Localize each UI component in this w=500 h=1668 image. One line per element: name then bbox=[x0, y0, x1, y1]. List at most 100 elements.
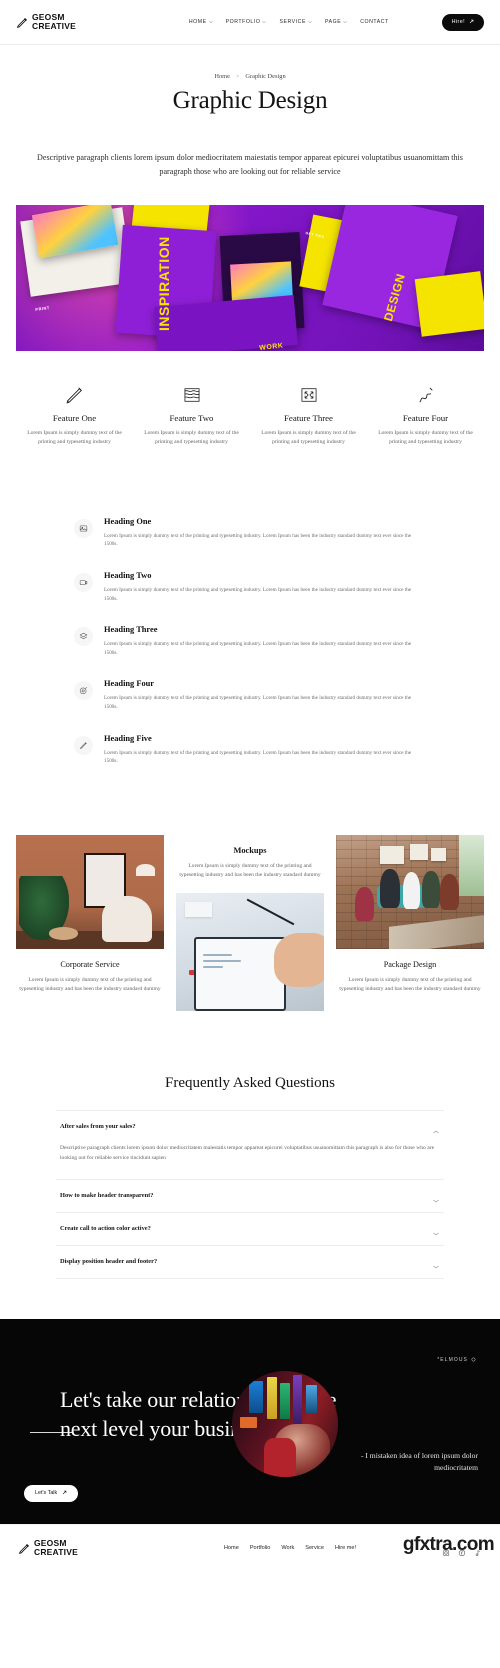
image-icon bbox=[74, 518, 93, 538]
chevron-up-icon[interactable] bbox=[432, 1123, 440, 1133]
heading-text: Lorem Ipsum is simply dummy text of the … bbox=[104, 641, 412, 656]
footer-nav-hire-me[interactable]: Hire me! bbox=[335, 1545, 356, 1551]
main-nav: HOME PORTFOLIO SERVICE PAGE CONTACT bbox=[136, 19, 442, 25]
footer-nav-service[interactable]: Service bbox=[305, 1545, 324, 1551]
mockups-image bbox=[176, 892, 324, 1011]
pen-icon bbox=[74, 735, 93, 755]
service-caption: Package Design bbox=[383, 959, 437, 969]
brand-line-2: CREATIVE bbox=[32, 21, 76, 31]
feature-text: Lorem Ipsum is simply dummy text of the … bbox=[144, 430, 239, 446]
feature-title: Feature Four bbox=[402, 413, 449, 423]
list-item: Heading Three Lorem Ipsum is simply dumm… bbox=[74, 616, 426, 670]
feature-title: Feature One bbox=[52, 413, 97, 423]
faq-question-text: After sales from your sales? bbox=[60, 1123, 136, 1131]
camera-icon bbox=[74, 573, 93, 592]
brand-logo[interactable]: GEOSM CREATIVE bbox=[16, 13, 136, 31]
hero-label-work: WORK bbox=[259, 342, 285, 351]
footer-nav-portfolio[interactable]: Portfolio bbox=[250, 1545, 271, 1551]
resize-icon bbox=[256, 381, 361, 409]
page-root: GEOSM CREATIVE HOME PORTFOLIO SERVICE PA… bbox=[0, 0, 500, 1572]
chevron-down-icon[interactable] bbox=[432, 1258, 440, 1268]
hire-button[interactable]: Hire! bbox=[441, 13, 484, 31]
footer-nav-home[interactable]: Home bbox=[224, 1545, 239, 1551]
service-text: Lorem Ipsum is simply dummy text of the … bbox=[19, 976, 161, 993]
watermark-text: gfxtra bbox=[402, 1533, 453, 1555]
headings-list: Heading One Lorem Ipsum is simply dummy … bbox=[74, 508, 426, 779]
chevron-down-icon[interactable] bbox=[432, 1225, 440, 1235]
package-design-image bbox=[336, 834, 484, 949]
layers-wave-icon bbox=[139, 381, 244, 409]
nav-item-home[interactable]: HOME bbox=[189, 19, 213, 25]
faq-question-toggle[interactable]: Create call to action color active? bbox=[56, 1213, 444, 1245]
features-section: Feature One Lorem Ipsum is simply dummy … bbox=[16, 381, 484, 448]
heading-title: Heading Five bbox=[104, 733, 152, 743]
faq-question-toggle[interactable]: How to make header transparent? bbox=[56, 1180, 444, 1212]
chevron-down-icon bbox=[208, 20, 213, 24]
page-lead-paragraph: Descriptive paragraph clients lorem ipsu… bbox=[37, 153, 463, 176]
arrow-up-right-icon bbox=[469, 19, 474, 26]
service-caption: Mockups bbox=[233, 845, 267, 855]
heading-text: Lorem Ipsum is simply dummy text of the … bbox=[104, 749, 412, 765]
list-item: Heading Two Lorem Ipsum is simply dummy … bbox=[74, 562, 426, 616]
breadcrumb-home[interactable]: Home bbox=[214, 73, 230, 80]
chevron-down-icon bbox=[343, 20, 347, 24]
footer-nav: Home Portfolio Work Service Hire me! bbox=[152, 1545, 428, 1551]
faq-question-text: Create call to action color active? bbox=[60, 1225, 151, 1233]
service-text: Lorem Ipsum is simply dummy text of the … bbox=[179, 862, 321, 879]
service-card-corporate[interactable]: Corporate Service Lorem Ipsum is simply … bbox=[16, 834, 164, 995]
cta-section: *ELMOUS Let's take our relationship to t… bbox=[0, 1318, 500, 1524]
watermark: gfxtra.com bbox=[402, 1533, 495, 1556]
service-caption: Corporate Service bbox=[60, 959, 120, 969]
breadcrumb-current: Graphic Design bbox=[245, 73, 286, 80]
feature-card-four: Feature Four Lorem Ipsum is simply dummy… bbox=[367, 381, 484, 448]
list-item: Heading One Lorem Ipsum is simply dummy … bbox=[74, 508, 426, 562]
site-header: GEOSM CREATIVE HOME PORTFOLIO SERVICE PA… bbox=[0, 0, 500, 45]
heading-text: Lorem Ipsum is simply dummy text of the … bbox=[104, 695, 412, 710]
pencil-icon bbox=[22, 381, 127, 409]
watermark-suffix: .com bbox=[452, 1533, 495, 1555]
feature-text: Lorem Ipsum is simply dummy text of the … bbox=[378, 430, 473, 446]
service-text: Lorem Ipsum is simply dummy text of the … bbox=[339, 976, 481, 993]
feature-text: Lorem Ipsum is simply dummy text of the … bbox=[261, 430, 356, 446]
list-item: Heading Five Lorem Ipsum is simply dummy… bbox=[74, 725, 426, 779]
faq-accordion: After sales from your sales? Descriptive… bbox=[56, 1109, 444, 1279]
heading-text: Lorem Ipsum is simply dummy text of the … bbox=[104, 587, 412, 602]
faq-item-0: After sales from your sales? Descriptive… bbox=[56, 1111, 444, 1180]
nav-item-portfolio[interactable]: PORTFOLIO bbox=[226, 19, 267, 25]
heading-title: Heading Three bbox=[104, 625, 158, 635]
asterisk-icon bbox=[471, 1357, 476, 1364]
faq-question-toggle[interactable]: Display position header and footer? bbox=[56, 1246, 444, 1278]
heading-title: Heading Two bbox=[104, 571, 152, 580]
pencil-icon bbox=[18, 1542, 31, 1555]
nav-item-service[interactable]: SERVICE bbox=[279, 19, 312, 25]
faq-item-3: Display position header and footer? bbox=[56, 1246, 444, 1279]
lets-talk-label: Let's Talk bbox=[35, 1490, 58, 1497]
nav-item-page[interactable]: PAGE bbox=[325, 19, 347, 25]
hero-label-inspiration: INSPIRATION bbox=[156, 235, 173, 331]
lets-talk-button[interactable]: Let's Talk bbox=[24, 1484, 79, 1502]
faq-question-toggle[interactable]: After sales from your sales? bbox=[56, 1111, 444, 1143]
page-title: Graphic Design bbox=[172, 87, 328, 114]
hero-image: INSPIRATION DESIGN WORK GET TIPS PRINT bbox=[16, 205, 484, 351]
feature-title: Feature Two bbox=[169, 413, 214, 423]
footer-brand-logo[interactable]: GEOSM CREATIVE bbox=[18, 1539, 138, 1557]
feature-card-two: Feature Two Lorem Ipsum is simply dummy … bbox=[133, 381, 250, 448]
cta-quote: - I mistaken idea of lorem ipsum dolor m… bbox=[360, 1450, 478, 1473]
layers-icon bbox=[74, 627, 93, 647]
chevron-down-icon[interactable] bbox=[432, 1192, 440, 1202]
cta-image bbox=[232, 1370, 338, 1477]
cta-badge-text: *ELMOUS bbox=[437, 1357, 468, 1364]
arrow-up-right-icon bbox=[62, 1490, 67, 1497]
footer-nav-work[interactable]: Work bbox=[281, 1545, 294, 1551]
service-card-package[interactable]: Package Design Lorem Ipsum is simply dum… bbox=[336, 834, 484, 995]
feature-card-one: Feature One Lorem Ipsum is simply dummy … bbox=[16, 381, 133, 448]
service-card-mockups[interactable]: Mockups Lorem Ipsum is simply dummy text… bbox=[176, 835, 324, 1011]
faq-item-2: Create call to action color active? bbox=[56, 1213, 444, 1246]
breadcrumb-separator: > bbox=[235, 73, 240, 80]
faq-answer-text: Descriptive paragraph clients lorem ipsu… bbox=[60, 1144, 435, 1161]
target-icon bbox=[74, 681, 93, 701]
heading-text: Lorem Ipsum is simply dummy text of the … bbox=[104, 532, 412, 548]
faq-question-text: How to make header transparent? bbox=[60, 1192, 154, 1200]
site-footer: GEOSM CREATIVE Home Portfolio Work Servi… bbox=[0, 1523, 500, 1572]
nav-item-contact[interactable]: CONTACT bbox=[360, 19, 389, 25]
